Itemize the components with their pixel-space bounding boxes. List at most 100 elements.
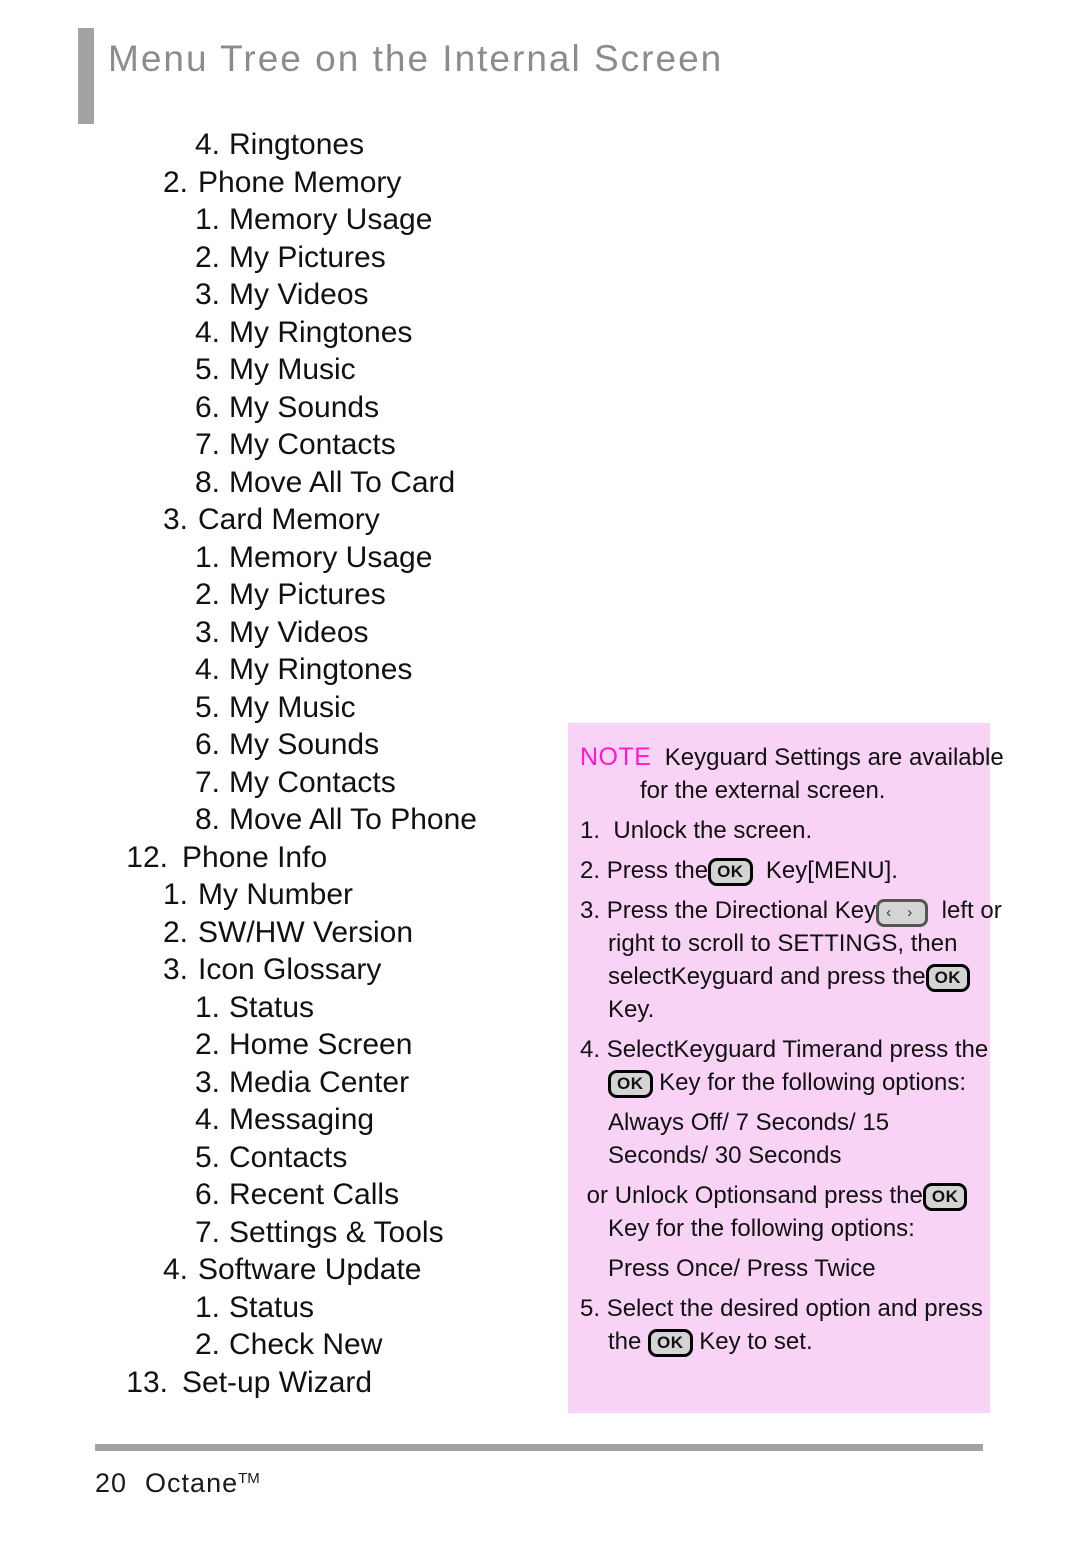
menu-tree-list: 4. Ringtones 2. Phone Memory 1. Memory Usage 2… — [0, 128, 560, 1403]
menu-tree-item: 5. Contacts — [0, 1141, 560, 1179]
menu-tree-item-label: My Number — [198, 878, 354, 911]
menu-tree-item-label: Check New — [229, 1328, 383, 1361]
menu-tree-item-label: Icon Glossary — [198, 953, 382, 986]
menu-tree-item-number: 2. — [194, 1328, 220, 1361]
menu-tree-item-number: 8. — [194, 803, 220, 836]
menu-tree-item-number: 8. — [194, 465, 220, 499]
menu-tree-item-label: Media Center — [229, 1065, 410, 1099]
menu-tree-item: 4. My Ringtones — [0, 316, 560, 354]
menu-tree-item-number: 2. — [194, 240, 220, 274]
menu-tree-item: 5. My Music — [0, 691, 560, 729]
note-intro: NOTE Keyguard Settings are available for… — [578, 741, 1004, 807]
menu-tree-item: 3. Icon Glossary — [0, 953, 560, 991]
ok-key-icon: OK — [708, 858, 753, 886]
menu-tree-item-number: 3. — [194, 615, 220, 649]
note-alternate-option-line-1: Press Once/ Press Twice — [608, 1255, 876, 1282]
note-step-3-text-e: select — [608, 963, 671, 990]
menu-tree-item-label: Status — [229, 1290, 315, 1324]
menu-tree-item: 3. Card Memory — [0, 503, 560, 541]
directional-key-icon: ‹ › — [876, 899, 929, 927]
menu-tree-item-label: Move All To Card — [229, 465, 456, 499]
menu-tree-item: 4. Ringtones — [0, 128, 560, 166]
menu-tree-item-label: Messaging — [229, 1103, 375, 1136]
menu-tree-item: 2. Phone Memory — [0, 166, 560, 204]
menu-tree-item-number: 1. — [194, 540, 220, 574]
note-step-1-text: Unlock the screen. — [613, 817, 813, 844]
note-callout-box: NOTE Keyguard Settings are available for… — [568, 723, 1004, 1413]
menu-tree-item-label: My Contacts — [229, 765, 396, 799]
note-step-4-text-b: Keyguard Timer — [673, 1036, 843, 1063]
note-step-2-text-b: Key — [765, 857, 808, 884]
note-step-3-line-3: selectKeyguard and press the OK — [578, 960, 980, 993]
ok-key-icon: OK — [648, 1329, 693, 1357]
menu-tree-item-label: Phone Memory — [198, 165, 402, 199]
menu-tree-item-number: 4. — [194, 653, 220, 686]
menu-tree-item-label: Memory Usage — [229, 540, 433, 574]
note-intro-line-2: for the external screen. — [640, 777, 886, 804]
note-step-4-option-line-2: Seconds/ 30 Seconds — [608, 1142, 842, 1169]
trademark-symbol: TM — [238, 1470, 260, 1487]
menu-tree-item-label: Ringtones — [229, 128, 365, 161]
menu-tree-item: 7. My Contacts — [0, 766, 560, 804]
menu-tree-item: 6. My Sounds — [0, 391, 560, 429]
menu-tree-item-label: My Videos — [229, 615, 369, 649]
menu-tree-item: 8. Move All To Card — [0, 466, 560, 504]
note-step-4: 4. SelectKeyguard Timerand press the OK … — [578, 1033, 988, 1099]
note-step-3-text-f: Keyguard — [670, 963, 774, 990]
menu-tree-item: 2. Check New — [0, 1328, 560, 1366]
menu-tree-item-number: 5. — [194, 690, 220, 724]
menu-tree-item: 3. Media Center — [0, 1066, 560, 1104]
menu-tree-item-label: My Sounds — [229, 390, 380, 424]
menu-tree-item: 2. SW/HW Version — [0, 916, 560, 954]
note-intro-text-1: Keyguard Settings are available — [664, 744, 1004, 771]
menu-tree-item-number: 3. — [162, 953, 188, 986]
note-alternate-option: or Unlock Optionsand press the OK Key for… — [578, 1179, 980, 1245]
menu-tree-item: 3. My Videos — [0, 278, 560, 316]
note-alternate-line-1: or Unlock Optionsand press the OK — [578, 1179, 980, 1212]
note-step-4-options: Always Off/ 7 Seconds/ 15 Seconds/ 30 Se… — [578, 1106, 980, 1172]
menu-tree-item-number: 6. — [194, 390, 220, 424]
note-step-5-text-a: Select the desired option and press — [606, 1295, 983, 1322]
menu-tree-item-label: My Ringtones — [229, 653, 413, 686]
menu-tree-item: 1. Status — [0, 991, 560, 1029]
menu-tree-item-number: 4. — [194, 315, 220, 349]
note-step-4-text-a: Select — [606, 1036, 674, 1063]
note-step-3-text-g: and press the — [780, 963, 926, 990]
note-step-4-line-1: 4. SelectKeyguard Timerand press the — [578, 1033, 988, 1066]
note-step-2-text-c: [MENU]. — [807, 857, 898, 884]
menu-tree-item: 1. My Number — [0, 878, 560, 916]
note-step-3-line-2: right to scroll to SETTINGS, then — [578, 927, 980, 960]
menu-tree-item: 1. Memory Usage — [0, 203, 560, 241]
menu-tree-item: 4. Software Update — [0, 1253, 560, 1291]
note-step-2-number: 2. — [580, 857, 601, 884]
ok-key-icon: OK — [922, 1183, 968, 1211]
menu-tree-item: 3. My Videos — [0, 616, 560, 654]
menu-tree-item-label: Move All To Phone — [229, 803, 477, 836]
menu-tree-item-number: 5. — [194, 1140, 220, 1174]
note-step-4-text-c: and press the — [842, 1036, 989, 1063]
note-label: NOTE — [580, 743, 652, 771]
note-step-3-line-4: Key. — [608, 996, 655, 1023]
note-step-3-text-d: , then — [897, 930, 958, 957]
note-intro-line-1: NOTE Keyguard Settings are available — [578, 741, 1004, 774]
note-step-3-text-a: Press the Directional Key — [606, 897, 877, 924]
menu-tree-item-label: My Sounds — [229, 728, 380, 761]
menu-tree-item-number: 6. — [194, 1178, 220, 1211]
menu-tree-item: 2. My Pictures — [0, 578, 560, 616]
menu-tree-item-number: 3. — [162, 503, 188, 536]
note-step-4-text-d: Key for the following options: — [659, 1069, 967, 1096]
note-step-5-text-b: the — [608, 1328, 642, 1355]
note-step-5-number: 5. — [580, 1295, 601, 1322]
header-accent-bar — [78, 28, 94, 124]
menu-tree-item-number: 4. — [194, 1103, 220, 1136]
menu-tree-item: 4. Messaging — [0, 1103, 560, 1141]
footer-divider — [95, 1444, 983, 1451]
menu-tree-item: 8. Move All To Phone — [0, 803, 560, 841]
note-step-2-line: 2. Press the OK Key[MENU]. — [578, 854, 980, 887]
note-step-1: 1. Unlock the screen. — [578, 814, 980, 847]
menu-tree-item-label: SW/HW Version — [198, 915, 414, 949]
note-step-3-text-c: right to scroll to SETTINGS — [608, 930, 898, 957]
menu-tree-item-label: My Pictures — [229, 578, 386, 611]
menu-tree-item: 1. Status — [0, 1291, 560, 1329]
menu-tree-item-label: Set-up Wizard — [182, 1365, 373, 1399]
